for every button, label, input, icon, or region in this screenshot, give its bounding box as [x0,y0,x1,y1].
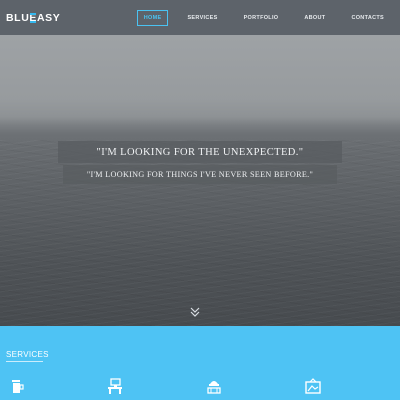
services-section: SERVICES [0,326,400,400]
main-nav: HOME SERVICES PORTFOLIO ABOUT CONTACTS [136,9,391,26]
brand-logo[interactable]: BLU E ASY [6,12,60,24]
logo-text-accent-letter: E [29,11,37,24]
computer-desk-icon [106,377,124,395]
services-title-underline [6,361,43,362]
logo-text-part3: ASY [37,11,61,24]
nav-portfolio[interactable]: PORTFOLIO [237,10,286,26]
double-chevron-down-icon[interactable] [189,305,201,317]
logo-text-part1: BLU [6,11,30,24]
nav-services[interactable]: SERVICES [180,10,224,26]
construction-icon [205,377,223,395]
hero-quote-secondary: "I'M LOOKING FOR THINGS I'VE NEVER SEEN … [63,165,337,184]
nav-contacts[interactable]: CONTACTS [344,10,391,26]
services-title: SERVICES [6,350,49,359]
nav-about[interactable]: ABOUT [297,10,332,26]
coffee-cup-icon [8,377,26,395]
hero-section: "I'M LOOKING FOR THE UNEXPECTED." "I'M L… [0,35,400,326]
hero-quote-primary: "I'M LOOKING FOR THE UNEXPECTED." [58,141,342,163]
nav-home[interactable]: HOME [136,9,169,26]
top-navbar: BLU E ASY HOME SERVICES PORTFOLIO ABOUT … [0,0,400,35]
picture-frame-icon [304,377,322,395]
